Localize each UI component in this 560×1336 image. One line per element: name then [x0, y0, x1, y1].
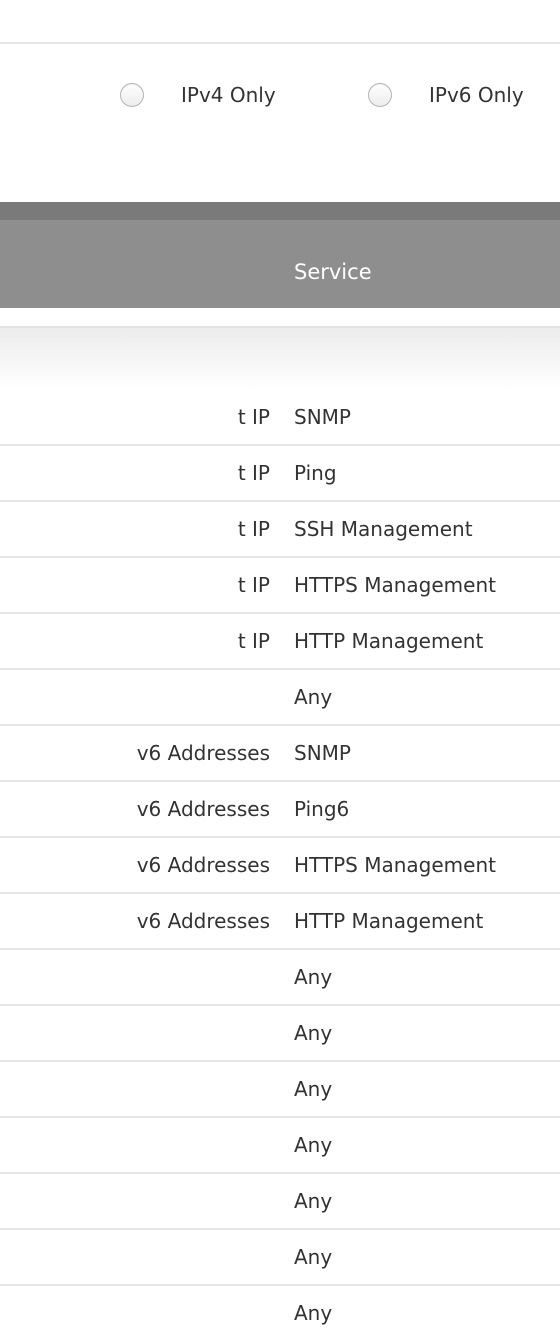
destination-cell: v6 Addresses [0, 853, 270, 877]
destination-cell: t IP [0, 517, 270, 541]
service-cell: SNMP [294, 741, 351, 765]
destination-text: t IP [237, 629, 270, 653]
ipv6-only-option[interactable]: IPv6 Only [368, 80, 524, 110]
table-row[interactable]: t IP HTTP Management [0, 614, 560, 670]
destination-cell: t IP [0, 461, 270, 485]
table-subheader [0, 326, 560, 390]
service-cell: Any [294, 1189, 333, 1213]
table-row[interactable]: Any [0, 1118, 560, 1174]
destination-text: v6 Addresses [136, 909, 270, 933]
column-header-service[interactable]: Service [294, 260, 372, 284]
table-body: t IP SNMP t IP Ping t IP SSH Management t IP HT… [0, 390, 560, 1336]
service-cell: Any [294, 1077, 333, 1101]
service-cell: HTTP Management [294, 629, 484, 653]
table-row[interactable]: t IP SSH Management [0, 502, 560, 558]
destination-text: v6 Addresses [136, 741, 270, 765]
table-row[interactable]: Any [0, 1286, 560, 1336]
service-cell: Any [294, 1245, 333, 1269]
destination-cell: t IP [0, 573, 270, 597]
destination-text: t IP [237, 573, 270, 597]
service-cell: Any [294, 965, 333, 989]
table-header: Service [0, 202, 560, 308]
service-cell: HTTPS Management [294, 853, 496, 877]
service-cell: SSH Management [294, 517, 473, 541]
destination-cell: t IP [0, 629, 270, 653]
table-row[interactable]: v6 Addresses HTTP Management [0, 894, 560, 950]
service-cell: Any [294, 1021, 333, 1045]
page: IPv4 Only IPv6 Only Service t IP SNMP t IP… [0, 0, 560, 1336]
ipv4-only-radio[interactable] [120, 83, 144, 107]
destination-text: t IP [237, 517, 270, 541]
destination-cell: v6 Addresses [0, 909, 270, 933]
destination-cell: t IP [0, 405, 270, 429]
destination-text: t IP [237, 405, 270, 429]
service-cell: SNMP [294, 405, 351, 429]
header-spacer [0, 308, 560, 326]
ipv4-only-option[interactable]: IPv4 Only [120, 80, 276, 110]
service-cell: Any [294, 1301, 333, 1325]
table-row[interactable]: Any [0, 1006, 560, 1062]
destination-cell: v6 Addresses [0, 741, 270, 765]
table-row[interactable]: Any [0, 670, 560, 726]
ip-version-radio-group: IPv4 Only IPv6 Only [0, 80, 560, 110]
service-cell: Ping [294, 461, 337, 485]
destination-text: v6 Addresses [136, 797, 270, 821]
table-row[interactable]: v6 Addresses SNMP [0, 726, 560, 782]
destination-cell: v6 Addresses [0, 797, 270, 821]
ipv6-only-label: IPv6 Only [429, 83, 524, 107]
table-row[interactable]: Any [0, 1230, 560, 1286]
table-row[interactable]: v6 Addresses Ping6 [0, 782, 560, 838]
table-row[interactable]: t IP HTTPS Management [0, 558, 560, 614]
destination-text: t IP [237, 461, 270, 485]
service-cell: Any [294, 685, 333, 709]
table-row[interactable]: Any [0, 1062, 560, 1118]
service-cell: Any [294, 1133, 333, 1157]
table-row[interactable]: Any [0, 1174, 560, 1230]
service-cell: Ping6 [294, 797, 350, 821]
table-row[interactable]: t IP Ping [0, 446, 560, 502]
service-cell: HTTPS Management [294, 573, 496, 597]
destination-text: v6 Addresses [136, 853, 270, 877]
ipv6-only-radio[interactable] [368, 83, 392, 107]
table-row[interactable]: v6 Addresses HTTPS Management [0, 838, 560, 894]
table-row[interactable]: t IP SNMP [0, 390, 560, 446]
service-cell: HTTP Management [294, 909, 484, 933]
divider [0, 42, 560, 44]
ipv4-only-label: IPv4 Only [181, 83, 276, 107]
table-row[interactable]: Any [0, 950, 560, 1006]
